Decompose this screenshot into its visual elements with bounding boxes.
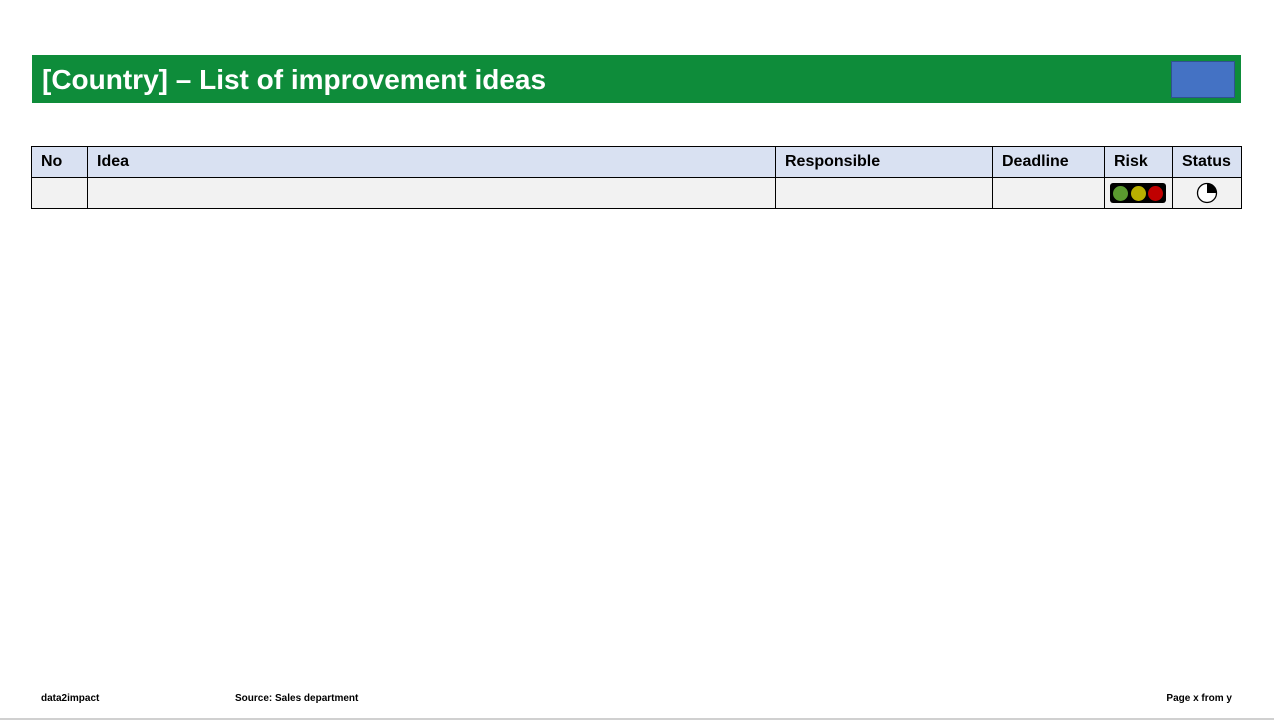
yellow-light-icon	[1130, 185, 1146, 201]
cell-deadline[interactable]	[992, 177, 1105, 209]
table-row	[31, 177, 1242, 209]
cell-idea[interactable]	[87, 177, 776, 209]
cell-responsible[interactable]	[775, 177, 993, 209]
cell-risk	[1104, 177, 1173, 209]
harvey-ball-fill	[1207, 183, 1217, 193]
red-light-icon	[1148, 185, 1163, 201]
logo-placeholder	[1171, 61, 1235, 98]
green-light-icon	[1113, 185, 1128, 201]
footer-divider	[0, 718, 1274, 720]
column-header-responsible: Responsible	[775, 146, 993, 178]
cell-no[interactable]	[31, 177, 88, 209]
footer-source: Source: Sales department	[235, 693, 359, 704]
traffic-light-icon	[1110, 183, 1166, 203]
column-header-risk: Risk	[1104, 146, 1173, 178]
column-header-status: Status	[1172, 146, 1242, 178]
column-header-deadline: Deadline	[992, 146, 1105, 178]
column-header-no: No	[31, 146, 88, 178]
harvey-ball-icon	[1196, 182, 1218, 204]
cell-status	[1172, 177, 1242, 209]
column-header-idea: Idea	[87, 146, 776, 178]
improvement-ideas-table: No Idea Responsible Deadline Risk Status	[31, 146, 1242, 209]
footer-brand: data2impact	[41, 693, 100, 704]
footer-page-number: Page x from y	[1166, 693, 1232, 704]
title-bar: [Country] – List of improvement ideas	[32, 55, 1241, 103]
page-title: [Country] – List of improvement ideas	[42, 64, 547, 95]
table-header-row: No Idea Responsible Deadline Risk Status	[31, 146, 1242, 178]
